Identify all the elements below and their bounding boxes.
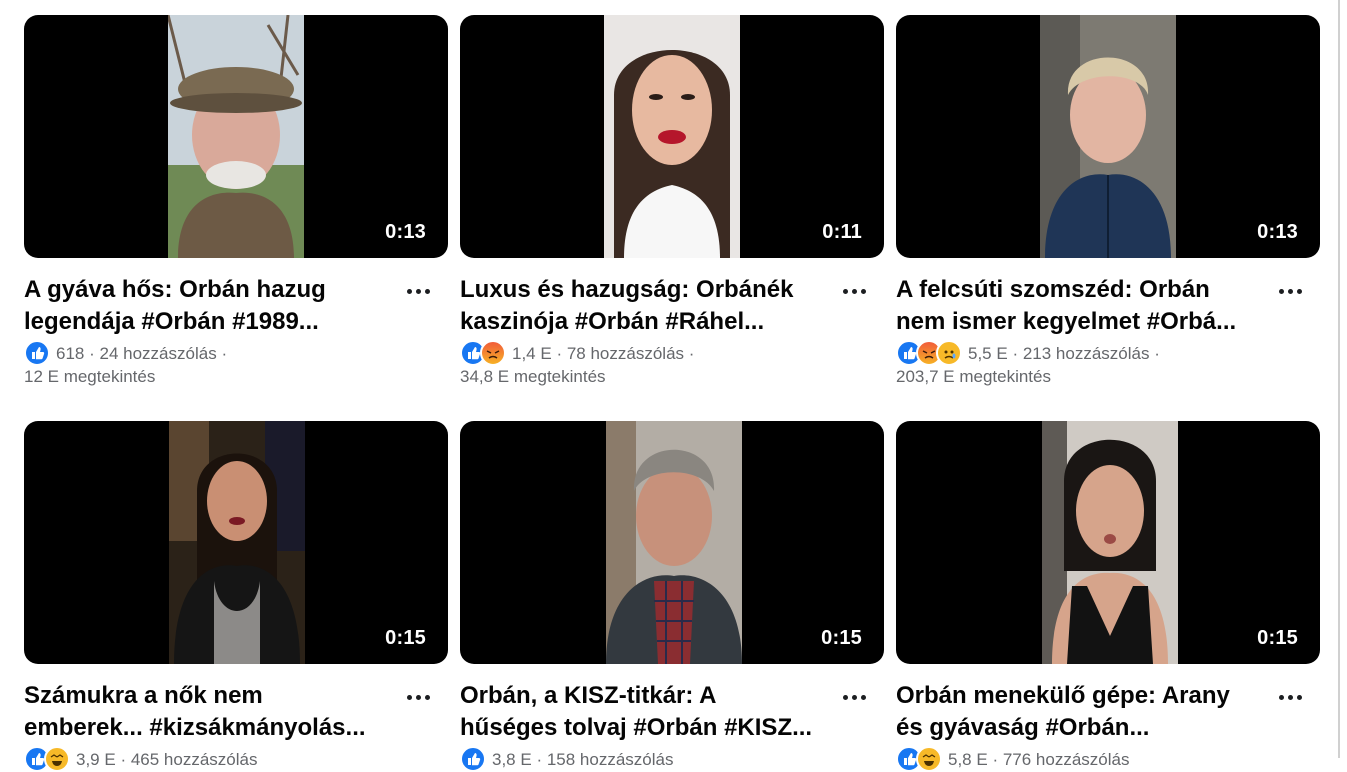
video-title[interactable]: Orbán menekülő gépe: Arany és gyávaság #…	[896, 680, 1276, 744]
view-count: 203,7 E megtekintés	[896, 367, 1051, 386]
more-horizontal-icon[interactable]	[836, 277, 872, 305]
more-horizontal-icon[interactable]	[400, 277, 436, 305]
separator: ·	[536, 749, 543, 769]
more-horizontal-icon[interactable]	[836, 683, 872, 711]
comment-count[interactable]: 158 hozzászólás	[547, 749, 674, 770]
separator: ·	[1154, 343, 1160, 363]
video-title[interactable]: Számukra a nők nem emberek... #kizsákmán…	[24, 680, 404, 744]
video-title-line: hűséges tolvaj #Orbán #KISZ...	[460, 714, 813, 741]
video-frame-image	[169, 421, 305, 664]
like-reaction-icon	[24, 340, 50, 366]
video-thumbnail[interactable]: 0:13	[896, 15, 1320, 258]
separator: ·	[1012, 343, 1019, 363]
video-duration: 0:15	[821, 627, 862, 649]
video-meta: 618 · 24 hozzászólás · 12 E megtekintés	[24, 340, 444, 387]
video-thumbnail[interactable]: 0:13	[24, 15, 448, 258]
video-frame-image	[168, 15, 304, 258]
separator: ·	[556, 343, 563, 363]
video-title-line: Luxus és hazugság: Orbánék	[460, 276, 794, 303]
comment-count[interactable]: 213 hozzászólás	[1023, 343, 1150, 364]
comment-count[interactable]: 776 hozzászólás	[1003, 749, 1130, 770]
reaction-icons[interactable]	[460, 340, 506, 366]
video-thumbnail[interactable]: 0:11	[460, 15, 884, 258]
video-title-line: és gyávaság #Orbán...	[896, 714, 1150, 741]
separator: ·	[89, 343, 95, 363]
video-title[interactable]: A gyáva hős: Orbán hazug legendája #Orbá…	[24, 274, 404, 338]
video-title-line: A gyáva hős: Orbán hazug	[24, 276, 326, 303]
video-meta: 1,4 E · 78 hozzászólás · 34,8 E megtekin…	[460, 340, 880, 387]
reaction-icons[interactable]	[24, 746, 70, 772]
more-horizontal-icon[interactable]	[1272, 683, 1308, 711]
video-frame-image	[606, 421, 742, 664]
video-meta: 5,5 E · 213 hozzászólás · 203,7 E megtek…	[896, 340, 1316, 387]
video-duration: 0:15	[1257, 627, 1298, 649]
reaction-count: 3,9 E	[76, 749, 116, 769]
video-title-line: nem ismer kegyelmet #Orbá...	[896, 308, 1237, 335]
scrollbar-track[interactable]	[1338, 0, 1340, 758]
reaction-icons[interactable]	[896, 746, 942, 772]
reaction-count: 618	[56, 343, 85, 363]
video-frame-image	[1042, 421, 1178, 664]
reaction-icons[interactable]	[460, 746, 486, 772]
view-count: 12 E megtekintés	[24, 367, 156, 386]
separator: ·	[221, 343, 228, 363]
haha-reaction-icon	[916, 746, 942, 772]
video-grid: 0:13 A gyáva hős: Orbán hazug legendája …	[0, 0, 1347, 772]
angry-reaction-icon	[480, 340, 506, 366]
video-meta: 5,8 E · 776 hozzászólás	[896, 746, 1316, 772]
video-duration: 0:13	[385, 221, 426, 243]
video-duration: 0:13	[1257, 221, 1298, 243]
video-frame-image	[604, 15, 740, 258]
video-title[interactable]: A felcsúti szomszéd: Orbán nem ismer keg…	[896, 274, 1276, 338]
reaction-count: 3,8 E	[492, 749, 532, 769]
video-meta: 3,9 E · 465 hozzászólás	[24, 746, 444, 772]
view-count: 34,8 E megtekintés	[460, 367, 606, 386]
video-title-line: kaszinója #Orbán #Ráhel...	[460, 308, 765, 335]
video-frame-image	[1040, 15, 1176, 258]
video-thumbnail[interactable]: 0:15	[460, 421, 884, 664]
video-title-line: A felcsúti szomszéd: Orbán	[896, 276, 1210, 303]
video-duration: 0:15	[385, 627, 426, 649]
more-horizontal-icon[interactable]	[400, 683, 436, 711]
separator: ·	[120, 749, 127, 769]
more-horizontal-icon[interactable]	[1272, 277, 1308, 305]
reaction-icons[interactable]	[896, 340, 962, 366]
reaction-count: 5,5 E	[968, 343, 1008, 363]
separator: ·	[688, 343, 695, 363]
reaction-count: 1,4 E	[512, 343, 552, 363]
video-title-line: emberek... #kizsákmányolás...	[24, 714, 366, 741]
reaction-icons[interactable]	[24, 340, 50, 366]
separator: ·	[992, 749, 999, 769]
video-title-line: legendája #Orbán #1989...	[24, 308, 319, 335]
video-title-line: Számukra a nők nem	[24, 682, 263, 709]
haha-reaction-icon	[44, 746, 70, 772]
video-thumbnail[interactable]: 0:15	[896, 421, 1320, 664]
video-duration: 0:11	[822, 221, 862, 243]
video-meta: 3,8 E · 158 hozzászólás	[460, 746, 880, 772]
comment-count[interactable]: 465 hozzászólás	[131, 749, 258, 770]
reaction-count: 5,8 E	[948, 749, 988, 769]
comment-count[interactable]: 24 hozzászólás	[100, 343, 217, 364]
video-title[interactable]: Orbán, a KISZ-titkár: A hűséges tolvaj #…	[460, 680, 840, 744]
sad-reaction-icon	[936, 340, 962, 366]
comment-count[interactable]: 78 hozzászólás	[567, 343, 684, 364]
video-title-line: Orbán menekülő gépe: Arany	[896, 682, 1230, 709]
video-title-line: Orbán, a KISZ-titkár: A	[460, 682, 717, 709]
video-thumbnail[interactable]: 0:15	[24, 421, 448, 664]
like-reaction-icon	[460, 746, 486, 772]
video-title[interactable]: Luxus és hazugság: Orbánék kaszinója #Or…	[460, 274, 840, 338]
